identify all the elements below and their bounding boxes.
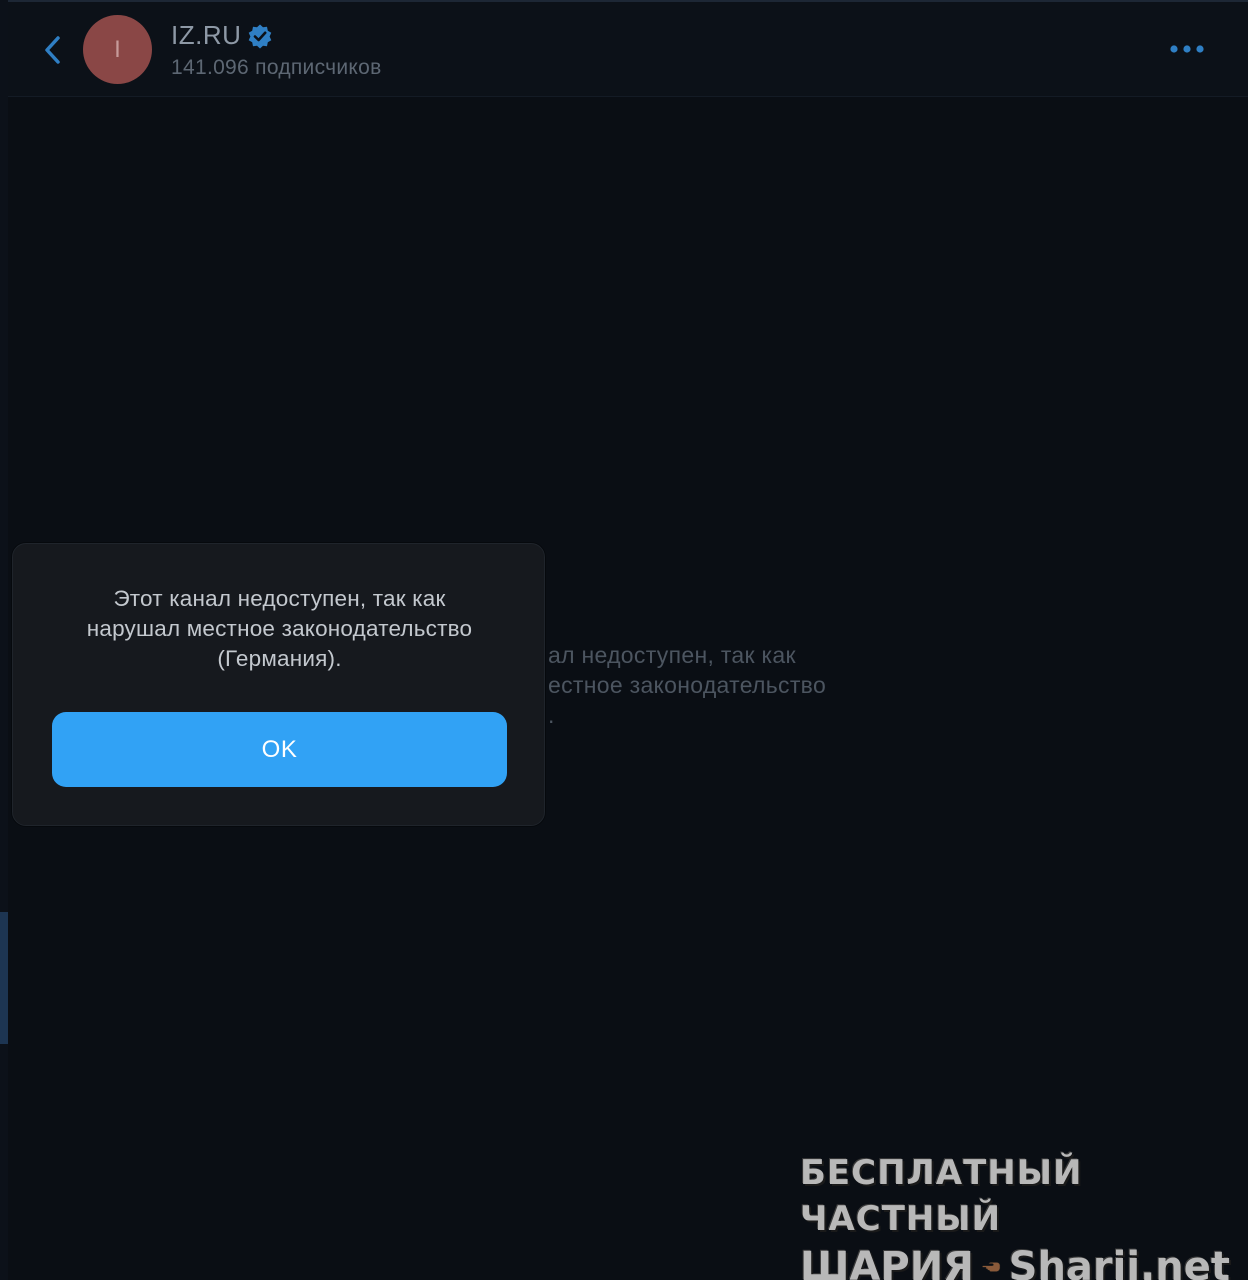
chevron-left-icon bbox=[45, 36, 60, 64]
subscriber-count: 141.096 подписчиков bbox=[171, 56, 382, 79]
back-button[interactable] bbox=[38, 30, 68, 70]
watermark-line2: ШАРИЯ Sharij.net bbox=[800, 1242, 1230, 1280]
ok-button[interactable]: OK bbox=[52, 712, 507, 787]
background-message-line: . bbox=[548, 702, 555, 728]
more-options-button[interactable] bbox=[1168, 38, 1208, 60]
channel-unavailable-dialog: Этот канал недоступен, так как нарушал м… bbox=[12, 543, 545, 826]
channel-title: IZ.RU bbox=[171, 20, 242, 50]
pointing-hand-icon bbox=[982, 1262, 1001, 1272]
left-panel-edge bbox=[0, 0, 8, 1280]
channel-title-row[interactable]: IZ.RU bbox=[171, 20, 273, 51]
channel-avatar[interactable]: I bbox=[83, 15, 152, 84]
dialog-message: Этот канал недоступен, так как нарушал м… bbox=[86, 586, 473, 671]
verified-badge-icon bbox=[249, 24, 272, 48]
telegram-channel-screen: I IZ.RU 141.096 подписчиков ал недоступе… bbox=[0, 0, 1248, 1280]
watermark: БЕСПЛАТНЫЙ ЧАСТНЫЙ ШАРИЯ Sharij.net bbox=[800, 1150, 1230, 1280]
background-message-line: ал недоступен, так как bbox=[548, 642, 796, 668]
left-panel-selection-accent bbox=[0, 912, 8, 1044]
more-dots-icon bbox=[1170, 45, 1204, 53]
background-unavailable-message: ал недоступен, так как естное законодате… bbox=[548, 640, 948, 730]
watermark-left-text: ШАРИЯ bbox=[800, 1244, 974, 1280]
watermark-line1: БЕСПЛАТНЫЙ ЧАСТНЫЙ bbox=[800, 1153, 1083, 1239]
watermark-right-text: Sharij.net bbox=[1008, 1244, 1230, 1280]
channel-header: I IZ.RU 141.096 подписчиков bbox=[8, 2, 1248, 97]
avatar-letter: I bbox=[114, 35, 121, 63]
background-message-line: естное законодательство bbox=[548, 672, 827, 698]
